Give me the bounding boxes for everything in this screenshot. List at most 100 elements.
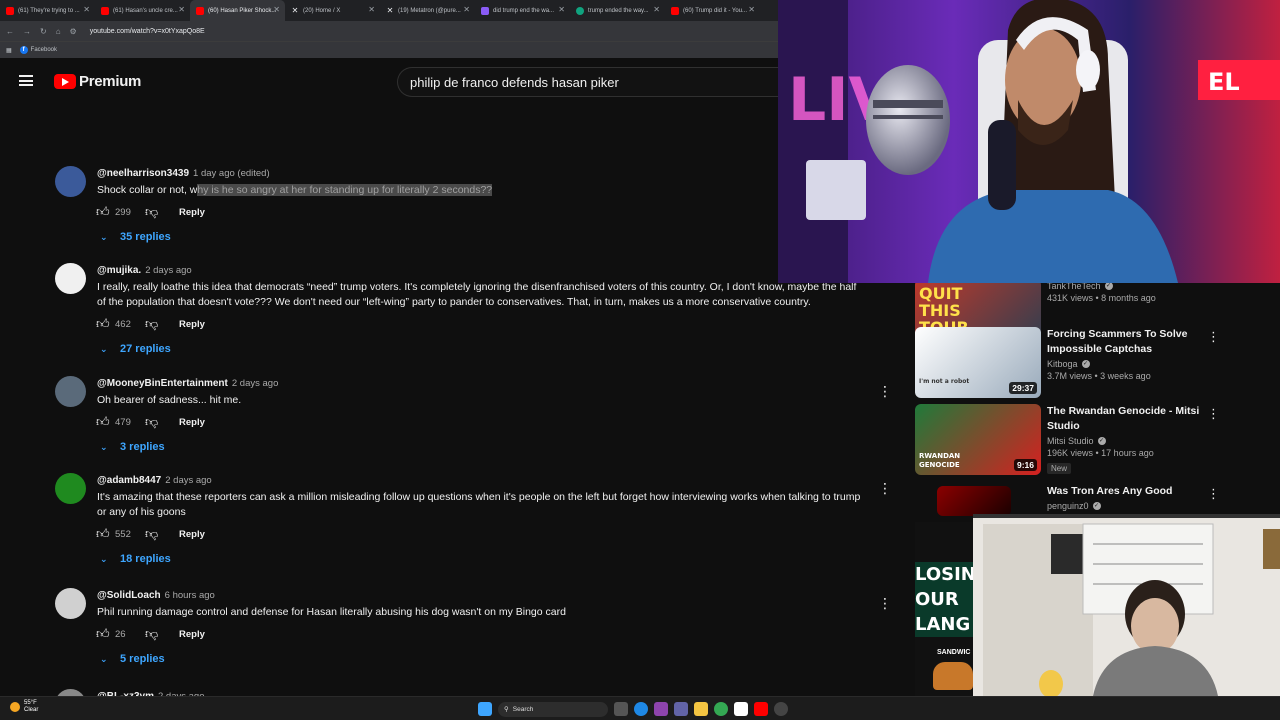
avatar[interactable] [55,263,86,294]
tab-label: did trump end the wa... [493,7,555,14]
reply-button[interactable]: Reply [179,207,205,218]
close-tab-icon[interactable]: ✕ [463,5,470,14]
copilot-icon[interactable] [654,702,668,716]
comment-author[interactable]: @mujika. [97,265,141,276]
browser-tab[interactable]: ✕ (20) Home / X ✕ [285,0,380,21]
avatar[interactable] [55,689,86,696]
comment-time[interactable]: 2 days ago [165,475,211,486]
teams-icon[interactable] [674,702,688,716]
comment-options-icon[interactable]: ⋮ [878,481,892,495]
store-icon[interactable] [734,702,748,716]
close-tab-icon[interactable]: ✕ [368,5,375,14]
video-title[interactable]: Forcing Scammers To Solve Impossible Cap… [1047,327,1207,357]
apps-icon[interactable]: ▦ [6,47,12,54]
menu-icon[interactable] [19,75,33,86]
comment-options-icon[interactable]: ⋮ [878,384,892,398]
like-icon[interactable]: 👍︎ [96,317,110,331]
channel-name[interactable]: Kitboga ✓ [1047,359,1207,369]
comment-author[interactable]: @neelharrison3439 [97,168,189,179]
close-tab-icon[interactable]: ✕ [558,5,565,14]
close-tab-icon[interactable]: ✕ [178,5,185,14]
reply-button[interactable]: Reply [179,319,205,330]
like-icon[interactable]: 👍︎ [96,415,110,429]
comment-author[interactable]: @adamb8447 [97,475,161,486]
video-options-icon[interactable]: ⋮ [1207,406,1220,422]
channel-name[interactable]: penguinz0 ✓ [1047,501,1207,511]
back-icon[interactable]: ← [6,27,14,36]
browser-tab[interactable]: ✕ (19) Metatron (@pure... ✕ [380,0,475,21]
dislike-icon[interactable]: 👎︎ [145,317,159,331]
channel-name[interactable]: Mitsi Studio ✓ [1047,436,1207,446]
view-replies-button[interactable]: ⌄ 18 replies [100,551,171,567]
browser-tab[interactable]: (60) Trump did it - You... ✕ [665,0,760,21]
comment-time[interactable]: 2 days ago [232,378,278,389]
browser-tab[interactable]: trump ended the way... ✕ [570,0,665,21]
video-thumbnail[interactable] [937,486,1011,516]
browser-tab[interactable]: did trump end the wa... ✕ [475,0,570,21]
chevron-down-icon: ⌄ [100,441,108,452]
browser-tab[interactable]: (61) Hasan's uncle cre... ✕ [95,0,190,21]
bookmark-facebook[interactable]: f Facebook [19,46,57,54]
video-thumbnail[interactable]: I'm not a robot 29:37 [915,327,1041,398]
recommended-video[interactable]: I'm not a robot 29:37 Forcing Scammers To … [915,327,1280,402]
like-icon[interactable]: 👍︎ [96,527,110,541]
like-icon[interactable]: 👍︎ [96,627,110,641]
reply-button[interactable]: Reply [179,417,205,428]
weather-widget[interactable]: 55°F Clear [10,700,38,714]
home-icon[interactable]: ⌂ [56,27,61,36]
chrome-icon[interactable] [714,702,728,716]
windows-start-icon[interactable] [478,702,492,716]
recommended-video[interactable]: RWANDAN GENOCIDE 9:16 The Rwandan Genocide… [915,404,1280,479]
video-options-icon[interactable]: ⋮ [1207,329,1220,345]
comment-options-icon[interactable]: ⋮ [878,596,892,610]
youtube-premium-logo[interactable]: Premium [54,73,141,90]
browser-tab[interactable]: (61) They're trying to ... ✕ [0,0,95,21]
taskbar-search[interactable]: ⚲ Search [498,701,608,717]
forward-icon[interactable]: → [23,27,31,36]
dislike-icon[interactable]: 👎︎ [145,627,159,641]
url-field[interactable]: youtube.com/watch?v=x0tYxapQo8E [90,28,205,35]
reply-button[interactable]: Reply [179,529,205,540]
reply-button[interactable]: Reply [179,629,205,640]
verified-icon: ✓ [1092,502,1101,510]
browser-tab[interactable]: (60) Hasan Piker Shock... ✕ [190,0,285,21]
video-options-icon[interactable]: ⋮ [1207,486,1220,502]
view-replies-button[interactable]: ⌄ 35 replies [100,229,171,245]
comment-time[interactable]: 2 days ago [145,265,191,276]
avatar[interactable] [55,473,86,504]
comment-time[interactable]: 6 hours ago [165,590,215,601]
view-replies-button[interactable]: ⌄ 5 replies [100,651,165,667]
comment-author[interactable]: @SolidLoach [97,590,161,601]
avatar[interactable] [55,588,86,619]
dislike-icon[interactable]: 👎︎ [145,527,159,541]
search-input[interactable]: philip de franco defends hasan piker [397,67,780,97]
edge-icon[interactable] [634,702,648,716]
dislike-icon[interactable]: 👎︎ [145,415,159,429]
comment-time[interactable]: 1 day ago (edited) [193,168,270,179]
task-view-icon[interactable] [614,702,628,716]
chatgpt-icon [576,6,584,15]
close-tab-icon[interactable]: ✕ [273,5,280,14]
reload-icon[interactable]: ↻ [40,27,47,36]
like-icon[interactable]: 👍︎ [96,205,110,219]
video-title[interactable]: The Rwandan Genocide - Mitsi Studio [1047,404,1207,434]
close-tab-icon[interactable]: ✕ [83,5,90,14]
dislike-icon[interactable]: 👎︎ [145,205,159,219]
avatar[interactable] [55,166,86,197]
video-title[interactable]: Was Tron Ares Any Good [1047,484,1207,499]
channel-name[interactable]: TankTheTech ✓ [1047,283,1207,291]
view-replies-button[interactable]: ⌄ 27 replies [100,341,171,357]
obs-icon[interactable] [774,702,788,716]
view-replies-button[interactable]: ⌄ 3 replies [100,439,165,455]
site-info-icon[interactable]: ⚙ [70,27,77,36]
file-explorer-icon[interactable] [694,702,708,716]
partial-thumbnail-column[interactable]: LOSIN OUR LANG SANDWIC [915,522,973,696]
comment-author[interactable]: @MooneyBinEntertainment [97,378,228,389]
verified-icon: ✓ [1097,437,1106,445]
close-tab-icon[interactable]: ✕ [748,5,755,14]
avatar[interactable] [55,376,86,407]
youtube-taskbar-icon[interactable] [754,702,768,716]
taskbar-apps: ⚲ Search [478,701,788,717]
video-thumbnail[interactable]: RWANDAN GENOCIDE 9:16 [915,404,1041,475]
close-tab-icon[interactable]: ✕ [653,5,660,14]
